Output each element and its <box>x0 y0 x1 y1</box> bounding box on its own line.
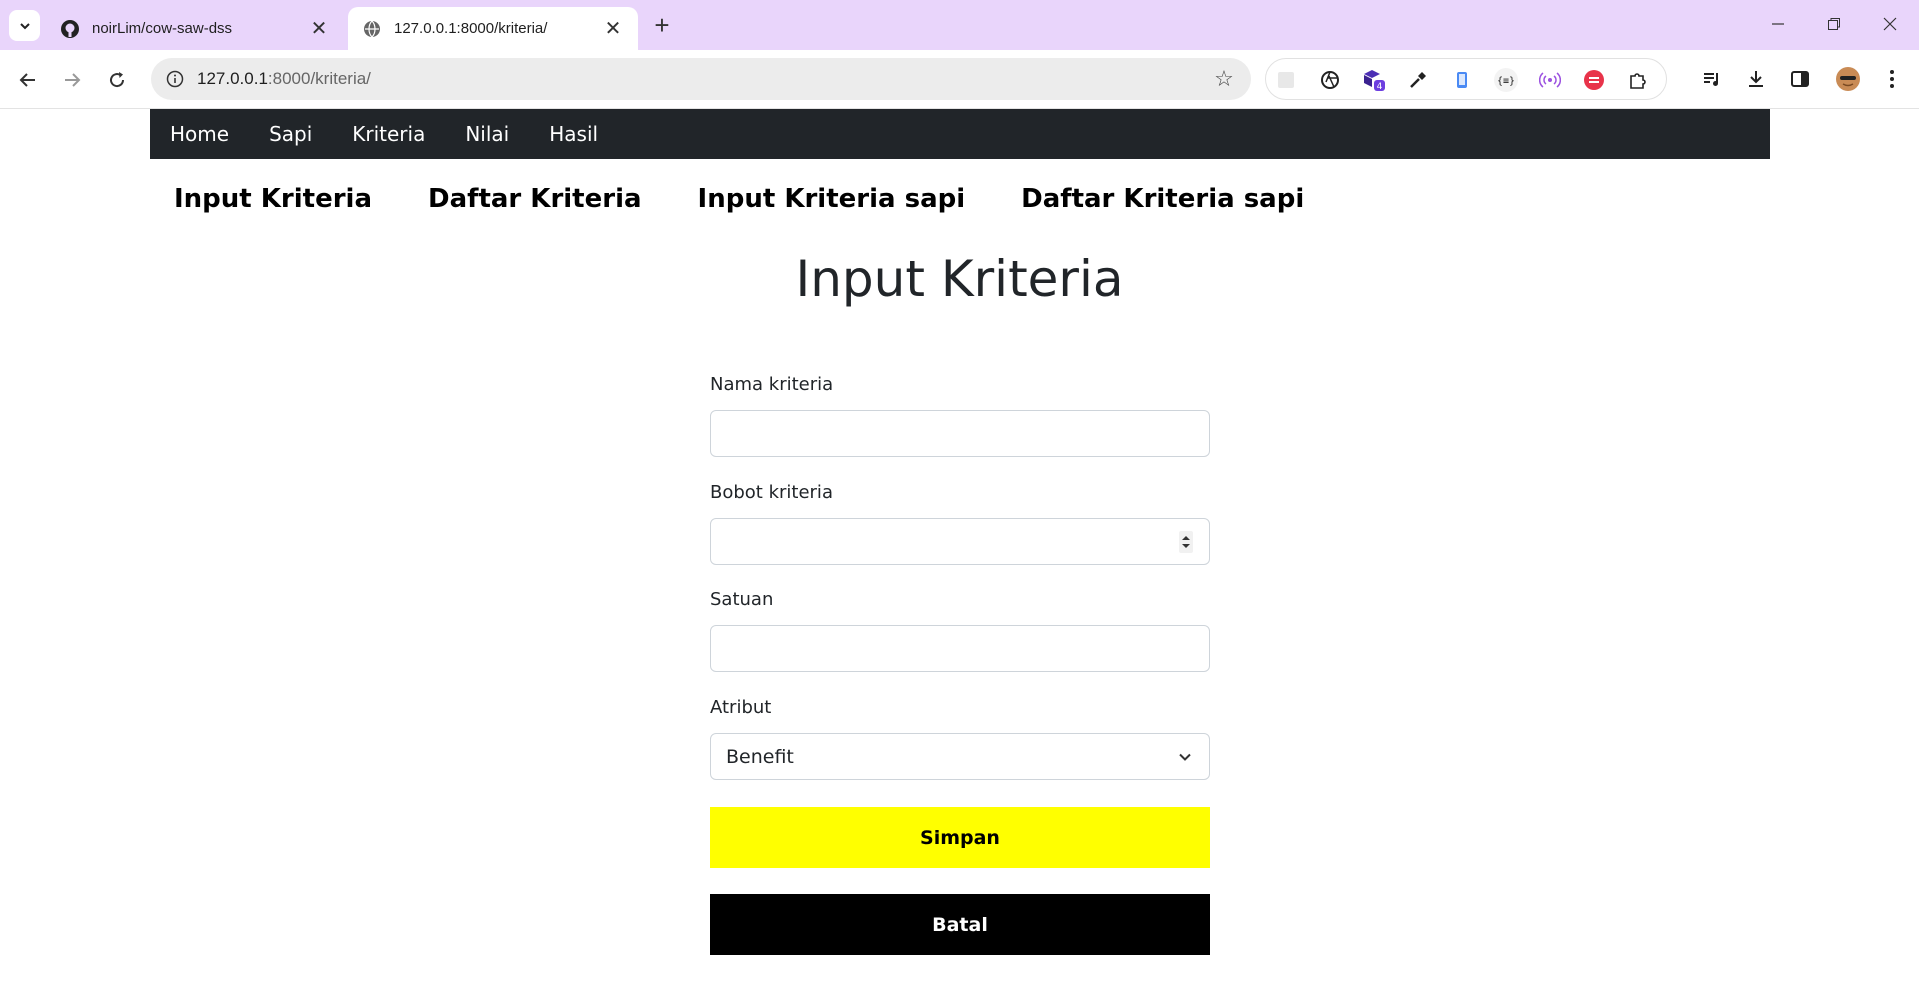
subnav-daftar-kriteria-sapi[interactable]: Daftar Kriteria sapi <box>1021 184 1304 214</box>
nav-link-kriteria[interactable]: Kriteria <box>352 122 425 146</box>
globe-icon <box>362 19 382 39</box>
nama-kriteria-label: Nama kriteria <box>710 374 834 395</box>
extension-aperture-icon[interactable] <box>1318 68 1342 92</box>
extensions-puzzle-icon[interactable] <box>1626 68 1650 92</box>
atribut-selected-value: Benefit <box>726 746 794 768</box>
extensions-group: 4 {≡} <box>1265 58 1667 100</box>
address-bar[interactable]: 127.0.0.1:8000/kriteria/ ☆ <box>151 58 1251 100</box>
extension-phone-icon[interactable] <box>1450 68 1474 92</box>
extension-broadcast-icon[interactable] <box>1538 68 1562 92</box>
chevron-down-icon <box>1179 753 1191 761</box>
browser-tab-kriteria[interactable]: 127.0.0.1:8000/kriteria/ ✕ <box>348 7 638 50</box>
nama-kriteria-input[interactable] <box>710 410 1210 457</box>
extension-blank-icon[interactable] <box>1274 68 1298 92</box>
extension-cube-icon[interactable]: 4 <box>1362 68 1386 92</box>
side-panel-icon[interactable] <box>1786 65 1814 93</box>
tab-title: noirLim/cow-saw-dss <box>92 20 233 37</box>
download-icon[interactable] <box>1742 65 1770 93</box>
kriteria-subnav: Input Kriteria Daftar Kriteria Input Kri… <box>174 184 1360 214</box>
restore-icon[interactable] <box>1814 8 1854 40</box>
profile-avatar[interactable] <box>1834 65 1862 93</box>
tab-title: 127.0.0.1:8000/kriteria/ <box>394 20 548 37</box>
bobot-kriteria-input[interactable] <box>710 518 1210 565</box>
nav-link-hasil[interactable]: Hasil <box>549 122 598 146</box>
site-navbar: Home Sapi Kriteria Nilai Hasil <box>150 109 1770 159</box>
media-control-icon[interactable] <box>1698 65 1726 93</box>
browser-menu-icon[interactable] <box>1878 65 1906 93</box>
tab-search-button[interactable] <box>9 10 40 41</box>
extension-braces-icon[interactable]: {≡} <box>1494 68 1518 92</box>
subnav-daftar-kriteria[interactable]: Daftar Kriteria <box>428 184 642 214</box>
nav-link-home[interactable]: Home <box>170 122 229 146</box>
close-tab-icon[interactable]: ✕ <box>306 16 332 42</box>
forward-arrow-icon[interactable] <box>57 65 87 95</box>
minimize-icon[interactable] <box>1758 8 1798 40</box>
nav-link-nilai[interactable]: Nilai <box>465 122 509 146</box>
page-title: Input Kriteria <box>795 250 1124 308</box>
url-path: :8000/kriteria/ <box>267 69 371 88</box>
cancel-button[interactable]: Batal <box>710 894 1210 955</box>
number-spinner-icon[interactable] <box>1179 531 1193 553</box>
back-arrow-icon[interactable] <box>13 65 43 95</box>
close-tab-icon[interactable]: ✕ <box>600 16 626 42</box>
subnav-input-kriteria[interactable]: Input Kriteria <box>174 184 372 214</box>
satuan-input[interactable] <box>710 625 1210 672</box>
subnav-input-kriteria-sapi[interactable]: Input Kriteria sapi <box>698 184 966 214</box>
github-icon <box>60 19 80 39</box>
bookmark-star-icon[interactable]: ☆ <box>1213 66 1235 91</box>
atribut-select[interactable]: Benefit <box>710 733 1210 780</box>
site-info-icon[interactable] <box>165 69 185 89</box>
new-tab-button[interactable]: + <box>648 10 676 40</box>
url-host: 127.0.0.1 <box>197 69 268 88</box>
extension-red-circle-icon[interactable] <box>1582 68 1606 92</box>
browser-tab-github[interactable]: noirLim/cow-saw-dss ✕ <box>46 7 344 50</box>
svg-text:{≡}: {≡} <box>1497 76 1515 87</box>
atribut-label: Atribut <box>710 697 772 718</box>
bobot-kriteria-label: Bobot kriteria <box>710 482 833 503</box>
extension-badge: 4 <box>1377 82 1383 92</box>
browser-toolbar: 127.0.0.1:8000/kriteria/ ☆ 4 {≡} <box>0 50 1919 109</box>
satuan-label: Satuan <box>710 589 774 610</box>
close-window-icon[interactable] <box>1870 8 1910 40</box>
nav-link-sapi[interactable]: Sapi <box>269 122 312 146</box>
chevron-down-icon <box>19 22 30 29</box>
save-button[interactable]: Simpan <box>710 807 1210 868</box>
url-text[interactable]: 127.0.0.1:8000/kriteria/ <box>197 69 371 89</box>
browser-tab-bar: noirLim/cow-saw-dss ✕ 127.0.0.1:8000/kri… <box>0 0 1919 50</box>
reload-icon[interactable] <box>102 65 132 95</box>
eyedropper-icon[interactable] <box>1406 68 1430 92</box>
